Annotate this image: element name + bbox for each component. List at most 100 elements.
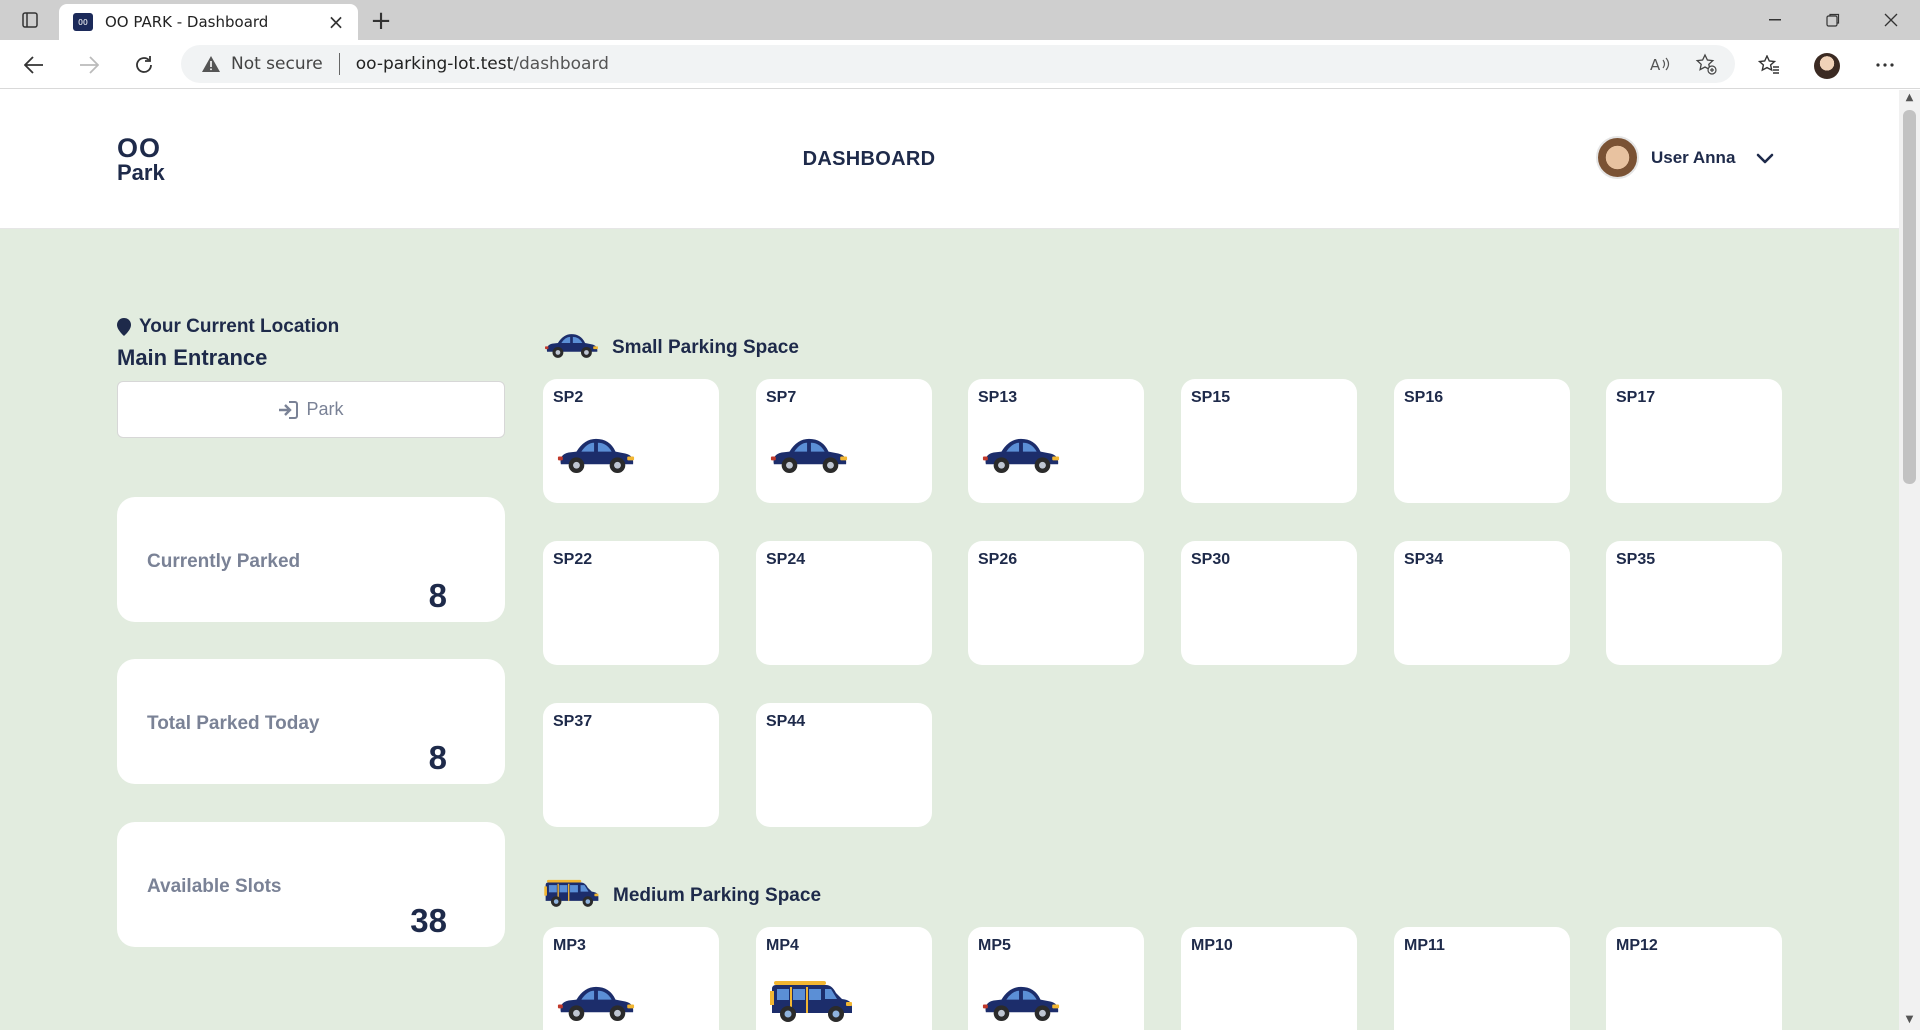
stat-card-currently-parked: Currently Parked 8 <box>117 497 505 622</box>
security-label[interactable]: Not secure <box>231 54 323 74</box>
logo[interactable]: OO Park <box>117 135 165 184</box>
stat-label: Currently Parked <box>147 551 301 572</box>
slot-id: SP2 <box>553 389 584 406</box>
stat-value: 8 <box>428 577 447 614</box>
slot-id: SP16 <box>1404 389 1444 406</box>
slot-id: SP44 <box>766 713 806 730</box>
parking-slot-sp24[interactable]: SP24 <box>756 541 932 665</box>
parking-slot-mp4[interactable]: MP4 <box>756 927 932 1030</box>
parking-slot-sp13[interactable]: SP13 <box>968 379 1144 503</box>
back-icon[interactable] <box>17 48 51 82</box>
close-tab-icon[interactable]: × <box>324 10 348 34</box>
favorites-icon[interactable] <box>1752 48 1786 82</box>
slot-id: SP34 <box>1404 551 1444 568</box>
slot-id: SP35 <box>1616 551 1656 568</box>
app-header: OO Park DASHBOARD User Anna <box>0 90 1899 229</box>
user-menu[interactable]: User Anna <box>1596 136 1775 179</box>
small-car-icon <box>555 433 637 480</box>
parking-slot-mp5[interactable]: MP5 <box>968 927 1144 1030</box>
park-button[interactable]: Park <box>117 381 505 438</box>
slot-id: SP37 <box>553 713 593 730</box>
parking-slot-sp37[interactable]: SP37 <box>543 703 719 827</box>
avatar[interactable] <box>1596 136 1639 179</box>
stat-card-total-parked-today: Total Parked Today 8 <box>117 659 505 784</box>
browser-toolbar: Not secure oo-parking-lot.test/dashboard… <box>0 40 1920 89</box>
forward-icon[interactable] <box>72 48 106 82</box>
url-path: /dashboard <box>513 54 609 74</box>
parking-slot-mp12[interactable]: MP12 <box>1606 927 1782 1030</box>
url-host: oo-parking-lot.test <box>355 54 514 74</box>
stat-value: 8 <box>428 739 447 776</box>
medium-car-icon <box>543 877 613 915</box>
profile-avatar[interactable] <box>1814 53 1840 79</box>
slot-id: SP22 <box>553 551 593 568</box>
slot-id: SP24 <box>766 551 806 568</box>
tab-title: OO PARK - Dashboard <box>105 13 269 31</box>
parking-slot-mp11[interactable]: MP11 <box>1394 927 1570 1030</box>
parking-slot-sp17[interactable]: SP17 <box>1606 379 1782 503</box>
parking-slot-sp15[interactable]: SP15 <box>1181 379 1357 503</box>
section-title-small: Small Parking Space <box>543 330 799 366</box>
parking-slot-sp26[interactable]: SP26 <box>968 541 1144 665</box>
slot-id: SP15 <box>1191 389 1231 406</box>
parking-slot-sp22[interactable]: SP22 <box>543 541 719 665</box>
slot-id: MP12 <box>1616 937 1658 954</box>
chevron-down-icon[interactable] <box>1755 148 1775 168</box>
browser-tab-active[interactable]: OO OO PARK - Dashboard × <box>59 4 358 40</box>
parking-slot-sp35[interactable]: SP35 <box>1606 541 1782 665</box>
location-value: Main Entrance <box>117 345 268 370</box>
stat-label: Total Parked Today <box>147 713 320 734</box>
section-title-medium: Medium Parking Space <box>543 877 821 915</box>
svg-text:A: A <box>1650 56 1661 73</box>
small-car-icon <box>555 981 637 1028</box>
slot-id: MP5 <box>978 937 1011 954</box>
tab-actions-icon[interactable] <box>14 9 46 31</box>
scroll-down-icon[interactable]: ▼ <box>1904 1014 1915 1026</box>
minimize-icon[interactable] <box>1747 4 1803 36</box>
small-car-icon <box>768 433 850 480</box>
location-label: Your Current Location <box>117 316 339 338</box>
sign-in-icon <box>279 400 299 419</box>
map-pin-icon <box>117 318 131 336</box>
star-plus-icon[interactable] <box>1693 52 1719 76</box>
parking-slot-mp3[interactable]: MP3 <box>543 927 719 1030</box>
parking-slot-sp34[interactable]: SP34 <box>1394 541 1570 665</box>
scroll-up-icon[interactable]: ▲ <box>1904 92 1915 104</box>
more-dots-icon[interactable] <box>1868 48 1902 82</box>
reload-icon[interactable] <box>127 48 161 82</box>
small-car-icon <box>980 981 1062 1028</box>
parking-slot-sp7[interactable]: SP7 <box>756 379 932 503</box>
small-car-icon <box>980 433 1062 480</box>
new-tab-icon[interactable]: + <box>366 6 396 36</box>
parking-slot-sp30[interactable]: SP30 <box>1181 541 1357 665</box>
medium-car-icon <box>768 977 856 1029</box>
slot-id: MP4 <box>766 937 799 954</box>
page-scrollbar[interactable]: ▲ ▼ <box>1899 90 1920 1030</box>
parking-slot-mp10[interactable]: MP10 <box>1181 927 1357 1030</box>
slot-id: SP17 <box>1616 389 1656 406</box>
logo-line1: OO <box>117 133 162 163</box>
slot-id: SP30 <box>1191 551 1231 568</box>
url-text[interactable]: oo-parking-lot.test/dashboard <box>356 54 609 74</box>
location-label-text: Your Current Location <box>139 316 340 337</box>
section-title-text: Medium Parking Space <box>613 885 822 906</box>
parking-slot-sp44[interactable]: SP44 <box>756 703 932 827</box>
slot-id: MP3 <box>553 937 586 954</box>
parking-slot-sp16[interactable]: SP16 <box>1394 379 1570 503</box>
parking-slot-sp2[interactable]: SP2 <box>543 379 719 503</box>
small-car-icon <box>543 330 612 366</box>
stat-value: 38 <box>410 902 447 939</box>
scroll-thumb[interactable] <box>1903 110 1916 484</box>
read-aloud-icon[interactable]: A <box>1647 52 1673 76</box>
address-separator <box>338 53 340 75</box>
slot-id: MP11 <box>1404 937 1445 954</box>
slot-id: MP10 <box>1191 937 1233 954</box>
slot-id: SP7 <box>766 389 797 406</box>
page-viewport: OO Park DASHBOARD User Anna Your Current… <box>0 90 1899 1030</box>
close-window-icon[interactable] <box>1863 4 1919 36</box>
favicon-icon: OO <box>73 13 93 31</box>
park-button-label: Park <box>306 399 344 419</box>
restore-icon[interactable] <box>1805 4 1861 36</box>
user-name[interactable]: User Anna <box>1651 148 1735 168</box>
address-bar[interactable]: Not secure oo-parking-lot.test/dashboard… <box>181 45 1735 83</box>
